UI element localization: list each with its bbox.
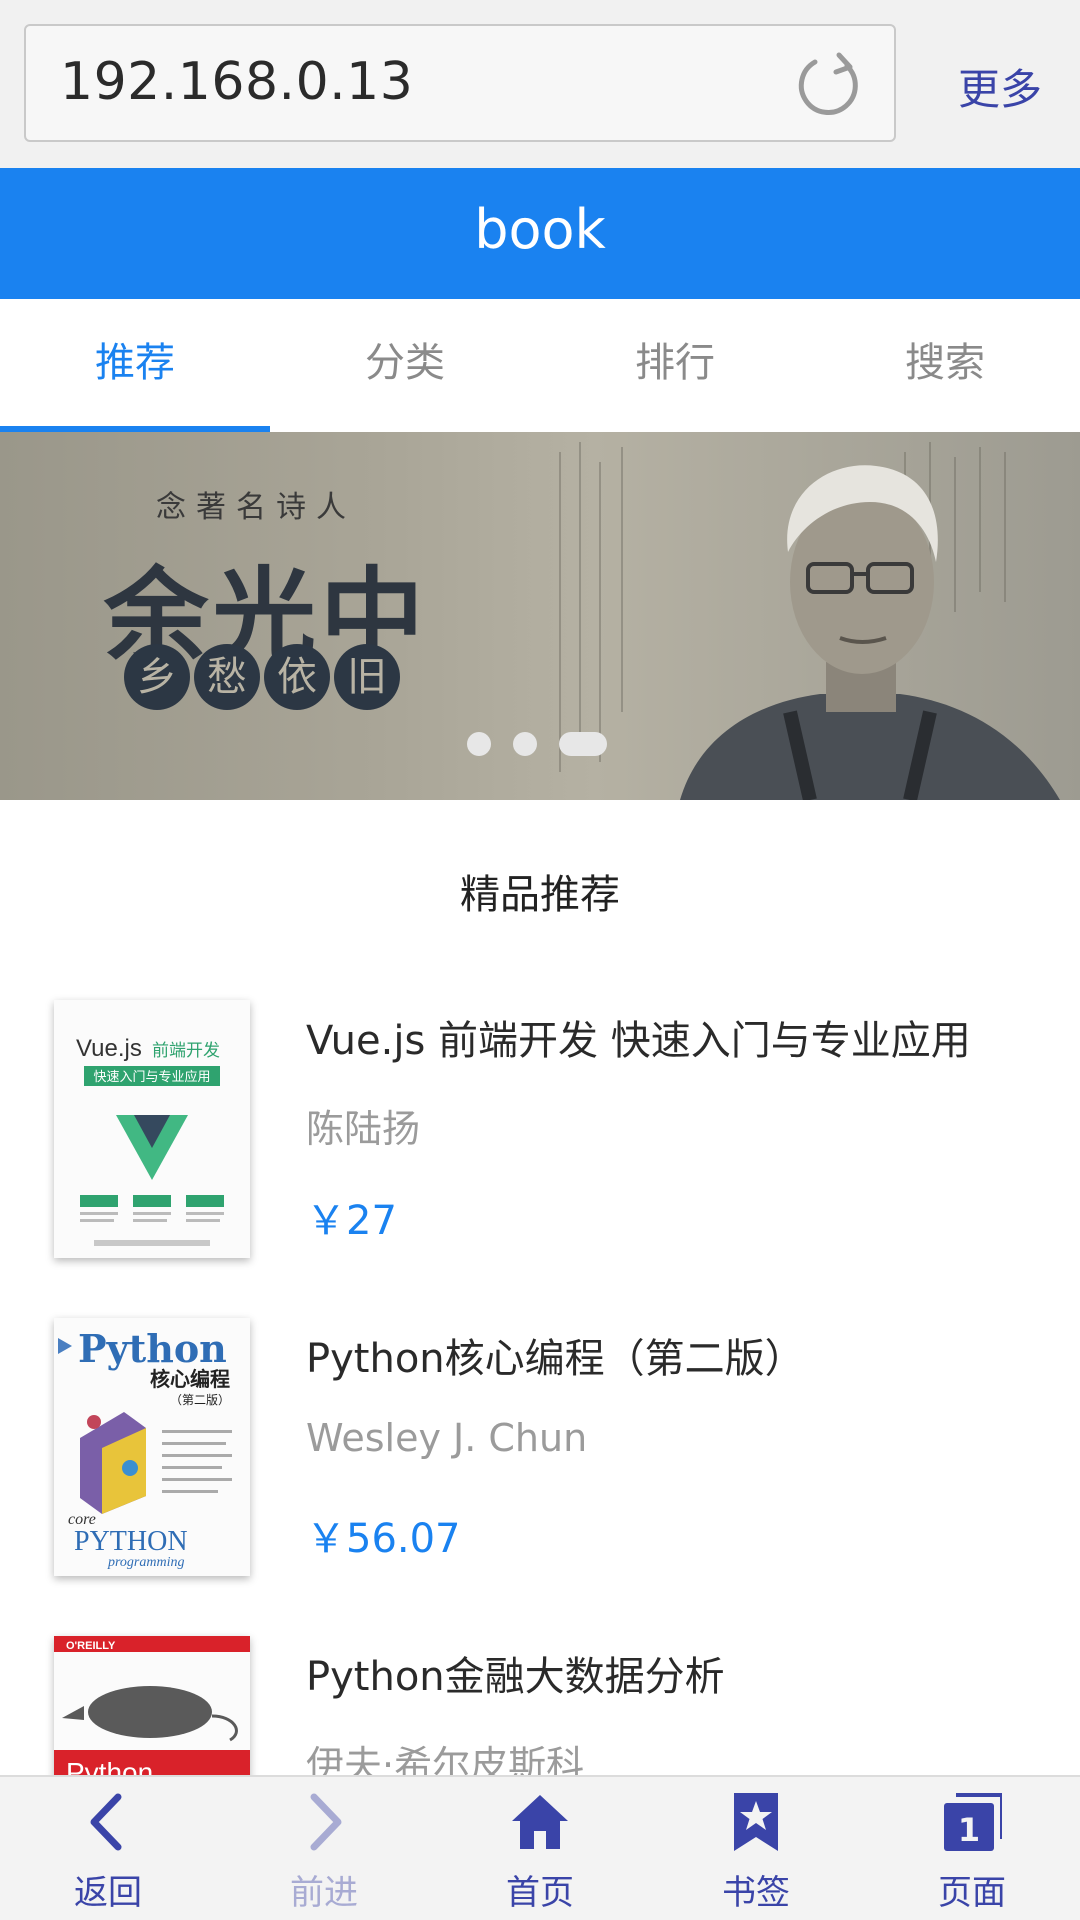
cover-title: Vue.js — [76, 1035, 142, 1062]
chevron-right-icon — [310, 1793, 342, 1851]
cover-title-cn: 前端开发 — [152, 1041, 220, 1061]
banner-subtitle: 念著名诗人 — [156, 490, 356, 525]
cover-title: Python — [66, 1757, 153, 1775]
poet-portrait-image — [680, 465, 1060, 800]
cover-publisher: O'REILLY — [66, 1640, 116, 1652]
url-text: 192.168.0.13 — [60, 52, 414, 112]
book-price: ￥27 — [306, 1198, 397, 1244]
book-cover: O'REILLY Python — [54, 1636, 250, 1775]
app-header: book — [0, 168, 1080, 299]
nav-label: 首页 — [506, 1873, 574, 1913]
nav-home-button[interactable]: 首页 — [432, 1777, 648, 1920]
browser-address-bar: 192.168.0.13 更多 — [0, 0, 1080, 168]
more-button[interactable]: 更多 — [958, 56, 1042, 117]
tab-recommend[interactable]: 推荐 — [0, 299, 270, 432]
section-title: 精品推荐 — [460, 872, 620, 918]
book-cover: Python 核心编程 （第二版） core PYTHON programmin… — [54, 1318, 250, 1576]
cover-edition: （第二版） — [170, 1393, 230, 1407]
book-title: Python金融大数据分析 — [306, 1654, 725, 1700]
nav-label: 返回 — [74, 1873, 142, 1913]
reload-icon[interactable] — [796, 52, 862, 118]
banner-chips: 乡 愁 依 旧 — [124, 644, 400, 710]
carousel-dot-active[interactable] — [559, 732, 607, 756]
book-price: ￥56.07 — [306, 1516, 461, 1562]
tab-search[interactable]: 搜索 — [810, 299, 1080, 432]
nav-label: 页面 — [938, 1873, 1006, 1913]
bookmark-star-icon — [734, 1793, 778, 1851]
book-author: 伊夫·希尔皮斯科 — [306, 1743, 585, 1775]
nav-back-button[interactable]: 返回 — [0, 1777, 216, 1920]
chevron-left-icon — [90, 1793, 122, 1851]
book-cover: Vue.js 前端开发 快速入门与专业应用 — [54, 1000, 250, 1258]
book-title: Python核心编程（第二版） — [306, 1336, 805, 1382]
cover-title: Python — [78, 1326, 227, 1371]
pages-count-badge: 1 — [958, 1811, 980, 1849]
carousel-dot[interactable] — [513, 732, 537, 756]
nav-bookmarks-button[interactable]: 书签 — [648, 1777, 864, 1920]
banner-chip: 乡 — [124, 644, 190, 710]
tab-ranking[interactable]: 排行 — [540, 299, 810, 432]
book-title: Vue.js 前端开发 快速入门与专业应用 — [306, 1018, 971, 1064]
home-icon — [512, 1795, 568, 1849]
book-item[interactable]: Vue.js 前端开发 快速入门与专业应用 Vue.js 前端开发 快速入门与专… — [0, 990, 1080, 1308]
book-item[interactable]: O'REILLY Python Python金融大数据分析 伊夫·希尔皮斯科 — [0, 1626, 1080, 1775]
bottom-navigation: 返回 前进 首页 书签 1 页面 — [0, 1775, 1080, 1920]
book-author: Wesley J. Chun — [306, 1416, 588, 1460]
book-list: Vue.js 前端开发 快速入门与专业应用 Vue.js 前端开发 快速入门与专… — [0, 990, 1080, 1775]
nav-label: 书签 — [722, 1873, 790, 1913]
banner-chip: 旧 — [334, 644, 400, 710]
nav-forward-button[interactable]: 前进 — [216, 1777, 432, 1920]
nav-label: 前进 — [290, 1873, 358, 1913]
cover-title-cn: 核心编程 — [150, 1367, 230, 1391]
carousel-indicator — [467, 732, 607, 756]
book-author: 陈陆扬 — [306, 1107, 421, 1151]
banner-carousel[interactable]: 念著名诗人 余光中 乡 愁 依 旧 — [0, 432, 1080, 800]
carousel-dot[interactable] — [467, 732, 491, 756]
tab-category[interactable]: 分类 — [270, 299, 540, 432]
cover-subtitle: 快速入门与专业应用 — [93, 1069, 210, 1085]
pages-icon: 1 — [944, 1793, 1002, 1851]
page-title: book — [474, 198, 606, 261]
banner-chip: 依 — [264, 644, 330, 710]
book-item[interactable]: Python 核心编程 （第二版） core PYTHON programmin… — [0, 1308, 1080, 1626]
url-field[interactable]: 192.168.0.13 — [24, 24, 896, 142]
cover-python: PYTHON — [74, 1526, 188, 1557]
cover-programming: programming — [107, 1555, 185, 1570]
tab-bar: 推荐 分类 排行 搜索 — [0, 299, 1080, 432]
banner-chip: 愁 — [194, 644, 260, 710]
nav-pages-button[interactable]: 1 页面 — [864, 1777, 1080, 1920]
